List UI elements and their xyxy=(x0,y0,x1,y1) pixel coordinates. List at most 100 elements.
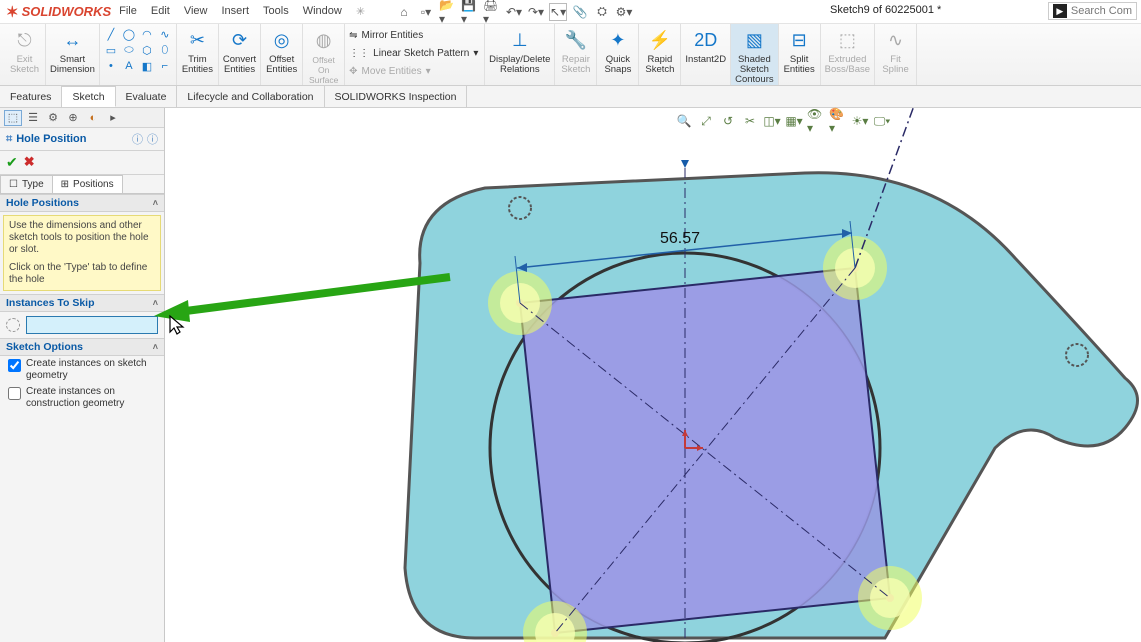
slot-icon[interactable]: ⬭ xyxy=(122,43,136,57)
chevron-up-icon: ˄ xyxy=(153,298,158,308)
mirror-entities-button[interactable]: ⇋Mirror Entities xyxy=(349,27,480,43)
pattern-icon: ⋮⋮ xyxy=(349,48,369,59)
menu-view[interactable]: View xyxy=(184,5,208,18)
rectangle-icon[interactable]: ▭ xyxy=(104,43,118,57)
convert-button[interactable]: ⟳Convert Entities xyxy=(219,24,261,85)
option-sketch-geometry[interactable]: Create instances on sketch geometry xyxy=(0,356,164,384)
instant2d-button[interactable]: 2DInstant2D xyxy=(681,24,731,85)
pm-title: Hole Position xyxy=(16,133,86,145)
display-manager-tab[interactable]: ◐ xyxy=(84,110,102,126)
logo-mark-icon: ✶ xyxy=(6,3,19,21)
arc-icon[interactable]: ◠ xyxy=(140,27,154,41)
checkbox-construction-geometry[interactable] xyxy=(8,387,21,400)
rapid-icon: ⚡ xyxy=(647,27,673,53)
more-tabs-icon[interactable]: ▸ xyxy=(104,110,122,126)
undo-icon[interactable]: ↶▾ xyxy=(505,3,523,21)
menu-insert[interactable]: Insert xyxy=(222,5,250,18)
type-icon: ☐ xyxy=(9,179,18,190)
pm-subtabs: ☐Type ⊞Positions xyxy=(0,175,164,194)
pm-title-bar: ⌗Hole Position ⓘⓘ xyxy=(0,128,164,151)
ok-cancel-row: ✔ ✖ xyxy=(0,151,164,175)
tab-inspection[interactable]: SOLIDWORKS Inspection xyxy=(325,86,468,107)
offset-surface-button[interactable]: ◍Offset On Surface xyxy=(303,24,345,85)
display-relations-button[interactable]: ⊥Display/Delete Relations xyxy=(485,24,555,85)
exit-sketch-button[interactable]: ⎋Exit Sketch xyxy=(4,24,46,85)
tab-lifecycle[interactable]: Lifecycle and Collaboration xyxy=(177,86,324,107)
point-icon[interactable]: • xyxy=(104,59,118,73)
tab-sketch[interactable]: Sketch xyxy=(62,86,115,107)
attach-icon[interactable]: 📎 xyxy=(571,3,589,21)
ok-button[interactable]: ✔ xyxy=(6,154,18,171)
select-icon[interactable]: ↖▾ xyxy=(549,3,567,21)
pin-icon[interactable]: ⓘ xyxy=(147,131,158,147)
model-view: 56.57 xyxy=(165,108,1141,642)
graphics-area[interactable]: 🔍 ⤢ ↺ ✂ ◫▾ ▦▾ 👁▾ 🎨▾ ☀▾ 🖵▾ xyxy=(165,108,1141,642)
tab-evaluate[interactable]: Evaluate xyxy=(116,86,178,107)
repair-sketch-button[interactable]: 🔧Repair Sketch xyxy=(555,24,597,85)
hint-box: Use the dimensions and other sketch tool… xyxy=(3,215,161,291)
ellipse-icon[interactable]: ⬯ xyxy=(158,43,172,57)
trim-button[interactable]: ✂Trim Entities xyxy=(177,24,219,85)
dimxpert-tab[interactable]: ⊕ xyxy=(64,110,82,126)
search-run-icon[interactable]: ▶ xyxy=(1053,4,1067,18)
menu-file[interactable]: File xyxy=(119,5,137,18)
home-icon[interactable]: ⌂ xyxy=(395,3,413,21)
search-box[interactable]: ▶ Search Com xyxy=(1048,2,1137,20)
linear-pattern-button[interactable]: ⋮⋮Linear Sketch Pattern▾ xyxy=(349,45,480,61)
relations-icon: ⊥ xyxy=(507,27,533,53)
offset-button[interactable]: ◎Offset Entities xyxy=(261,24,303,85)
circle-icon[interactable]: ◯ xyxy=(122,27,136,41)
options-icon[interactable]: ⚙▾ xyxy=(615,3,633,21)
config-manager-tab[interactable]: ⚙ xyxy=(44,110,62,126)
menu-window[interactable]: Window xyxy=(303,5,342,18)
smart-dimension-button[interactable]: ↔Smart Dimension xyxy=(46,24,100,85)
split-entities-button[interactable]: ⊟Split Entities xyxy=(779,24,821,85)
quick-snaps-button[interactable]: ✦Quick Snaps xyxy=(597,24,639,85)
feature-manager-tab[interactable]: ⬚ xyxy=(4,110,22,126)
checkbox-sketch-geometry[interactable] xyxy=(8,359,21,372)
quick-access-toolbar: ⌂ ▫▾ 📂▾ 💾▾ 🖨▾ ↶▾ ↷▾ ↖▾ 📎 ⛭ ⚙▾ xyxy=(395,3,633,21)
section-instances-skip[interactable]: Instances To Skip˄ xyxy=(0,294,164,312)
print-icon[interactable]: 🖨▾ xyxy=(483,3,501,21)
menu-expand-icon[interactable]: ✳ xyxy=(356,5,365,18)
command-manager-tabs: Features Sketch Evaluate Lifecycle and C… xyxy=(0,86,1141,108)
tab-features[interactable]: Features xyxy=(0,86,62,107)
main-menu: File Edit View Insert Tools Window ✳ xyxy=(119,5,365,18)
text-icon[interactable]: A xyxy=(122,59,136,73)
new-icon[interactable]: ▫▾ xyxy=(417,3,435,21)
shaded-contours-button[interactable]: ▧Shaded Sketch Contours xyxy=(731,24,779,85)
rebuild-icon[interactable]: ⛭ xyxy=(593,3,611,21)
open-icon[interactable]: 📂▾ xyxy=(439,3,457,21)
section-hole-positions[interactable]: Hole Positions˄ xyxy=(0,194,164,212)
save-icon[interactable]: 💾▾ xyxy=(461,3,479,21)
rapid-sketch-button[interactable]: ⚡Rapid Sketch xyxy=(639,24,681,85)
fit-spline-button[interactable]: ∿Fit Spline xyxy=(875,24,917,85)
fillet-icon[interactable]: ⌐ xyxy=(158,59,172,73)
title-bar: ✶ SOLIDWORKS File Edit View Insert Tools… xyxy=(0,0,1141,24)
snap-icon: ✦ xyxy=(605,27,631,53)
instances-skip-input[interactable] xyxy=(26,316,158,334)
positions-icon: ⊞ xyxy=(61,179,69,190)
move-entities-button[interactable]: ✥Move Entities▾ xyxy=(349,63,480,79)
spline-icon[interactable]: ∿ xyxy=(158,27,172,41)
chevron-up-icon: ˄ xyxy=(153,342,158,352)
menu-tools[interactable]: Tools xyxy=(263,5,289,18)
chevron-up-icon: ˄ xyxy=(153,198,158,208)
subtab-positions[interactable]: ⊞Positions xyxy=(52,175,123,193)
section-sketch-options[interactable]: Sketch Options˄ xyxy=(0,338,164,356)
extrude-icon: ⬚ xyxy=(834,27,860,53)
menu-edit[interactable]: Edit xyxy=(151,5,170,18)
cancel-button[interactable]: ✖ xyxy=(24,154,35,171)
option-construction-geometry[interactable]: Create instances on construction geometr… xyxy=(0,384,164,412)
line-icon[interactable]: ╱ xyxy=(104,27,118,41)
plane-icon[interactable]: ◧ xyxy=(140,59,154,73)
property-manager-tab[interactable]: ☰ xyxy=(24,110,42,126)
subtab-type[interactable]: ☐Type xyxy=(0,175,53,193)
redo-icon[interactable]: ↷▾ xyxy=(527,3,545,21)
dimension-value: 56.57 xyxy=(660,230,700,247)
help-icon[interactable]: ⓘ xyxy=(132,131,143,147)
property-manager: ⬚ ☰ ⚙ ⊕ ◐ ▸ ⌗Hole Position ⓘⓘ ✔ ✖ ☐Type … xyxy=(0,108,165,642)
extruded-boss-button[interactable]: ⬚Extruded Boss/Base xyxy=(821,24,875,85)
polygon-icon[interactable]: ⬡ xyxy=(140,43,154,57)
convert-icon: ⟳ xyxy=(227,27,253,53)
